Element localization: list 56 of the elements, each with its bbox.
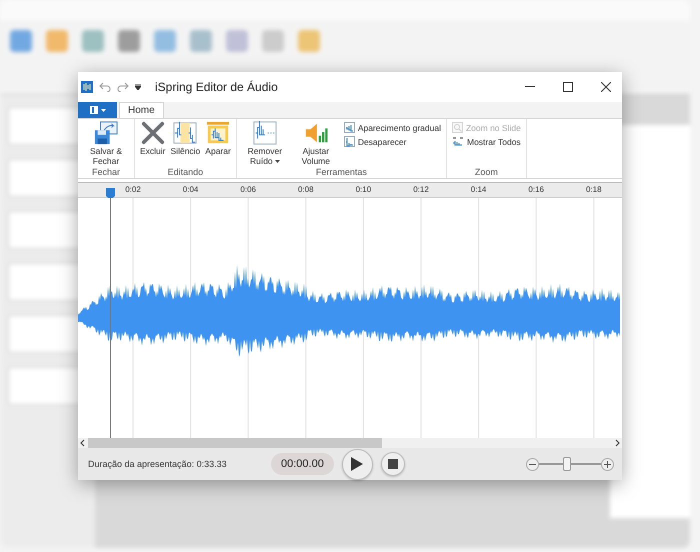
playhead-handle[interactable] — [106, 188, 115, 200]
undo-icon[interactable] — [99, 82, 111, 92]
speaker-volume-icon — [304, 121, 328, 145]
ribbon-button[interactable]: Remover Ruído — [240, 121, 290, 166]
ribbon-button[interactable]: Aparecimento gradual — [342, 121, 443, 134]
time-display: 00:00.00 — [271, 453, 334, 476]
play-icon — [351, 457, 364, 472]
group-label: Ferramentas — [314, 166, 368, 178]
duration-text: Duração da apresentação: 0:33.33 — [88, 459, 228, 470]
ribbon-button[interactable]: Silêncio — [168, 121, 202, 156]
slider-thumb[interactable] — [562, 457, 571, 472]
time-label: 0:02 — [125, 185, 141, 194]
group-label: Editando — [166, 166, 204, 178]
save-icon — [93, 121, 119, 145]
zoom-in-button[interactable] — [601, 458, 614, 471]
waveform-icon — [252, 121, 277, 145]
stop-icon — [388, 459, 398, 470]
play-button[interactable] — [342, 448, 373, 480]
fade-out-icon — [344, 136, 355, 147]
minimize-icon — [525, 86, 535, 88]
ribbon-button[interactable]: Salvar & Fechar — [81, 121, 131, 166]
plus-icon — [604, 460, 611, 468]
time-label: 0:14 — [470, 185, 486, 194]
app-icon — [81, 81, 93, 93]
trim-icon — [206, 121, 230, 145]
magnifier-icon — [452, 122, 463, 133]
group-label: Fechar — [90, 166, 121, 178]
close-icon — [601, 82, 611, 92]
x-icon — [140, 121, 165, 145]
time-label: 0:16 — [528, 185, 544, 194]
file-menu-button[interactable] — [78, 102, 117, 118]
time-label: 0:08 — [298, 185, 314, 194]
ribbon-tab[interactable]: Home — [119, 102, 164, 118]
group-label: Zoom — [474, 166, 499, 178]
zoom-out-button[interactable] — [526, 458, 539, 471]
window-title: iSpring Editor de Áudio — [155, 80, 279, 94]
time-label: 0:18 — [586, 185, 602, 194]
ribbon-button[interactable]: Excluir — [138, 121, 168, 156]
ribbon-button[interactable]: Desaparecer — [342, 135, 443, 148]
maximize-icon — [563, 82, 573, 92]
scrollbar[interactable] — [78, 438, 622, 448]
minus-icon — [529, 464, 536, 465]
redo-icon[interactable] — [117, 82, 129, 92]
fade-in-icon — [344, 122, 355, 133]
time-label: 0:10 — [356, 185, 372, 194]
menu-caret-icon — [88, 106, 106, 114]
ribbon-button[interactable]: Aparar — [203, 121, 233, 156]
ribbon-button[interactable]: Mostrar Todos — [450, 135, 523, 148]
customize-icon[interactable] — [135, 84, 141, 90]
time-label: 0:06 — [240, 185, 256, 194]
stop-button[interactable] — [380, 452, 405, 476]
waveform-arrows-icon — [452, 136, 464, 147]
ribbon-button[interactable]: Ajustar Volume — [290, 121, 341, 166]
time-label: 0:12 — [413, 185, 429, 194]
waveform-selection-icon — [173, 121, 198, 145]
time-label: 0:04 — [182, 185, 198, 194]
